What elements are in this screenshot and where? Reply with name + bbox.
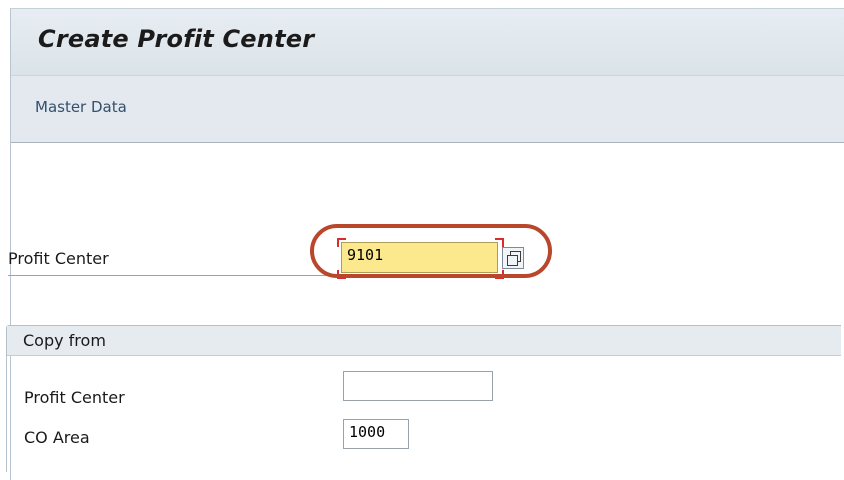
copy-profit-center-input[interactable] [343,371,493,401]
co-area-input[interactable]: 1000 [343,419,409,449]
value-help-icon-front [507,255,518,266]
profit-center-input[interactable]: 9101 [341,242,498,273]
value-help-button[interactable] [502,247,524,269]
copy-from-header: Copy from [7,326,841,356]
profit-center-label: Profit Center [8,249,363,276]
copy-profit-center-label: Profit Center [24,388,125,407]
master-data-button[interactable]: Master Data [35,98,127,116]
application-toolbar: Master Data [11,75,844,143]
copy-from-title: Copy from [23,331,106,350]
title-bar: Create Profit Center [11,9,844,75]
co-area-label: CO Area [24,428,90,447]
page-title: Create Profit Center [38,25,315,53]
